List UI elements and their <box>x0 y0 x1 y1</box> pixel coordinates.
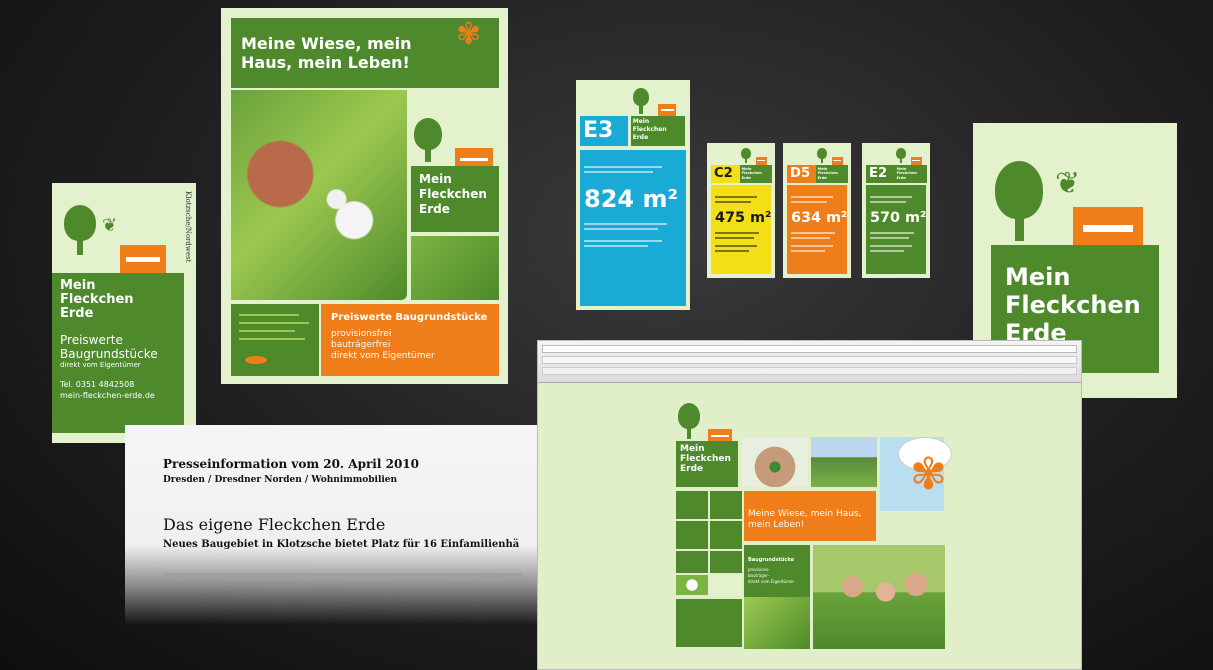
press-subtitle: Neues Baugebiet in Klotzsche bietet Plat… <box>163 539 520 550</box>
sign-d5: D5 Mein Fleckchen Erde 634 m² <box>783 143 851 278</box>
tree-icon <box>64 205 96 255</box>
flyer-side-text: Klotzsche/Nordwest <box>184 191 192 263</box>
nav-tile-2[interactable] <box>710 491 742 519</box>
poster-offer-box: Preiswerte Baugrundstücke provisionsfrei… <box>321 304 499 376</box>
sign-logo: Mein Fleckchen Erde <box>630 116 686 146</box>
sign-code-box: E3 <box>580 116 628 146</box>
poster-offer-line3: direkt vom Eigentümer <box>331 351 435 361</box>
poster-offer-line1: provisionsfrei <box>331 329 392 339</box>
tree-icon <box>633 88 649 114</box>
poster-logo-line1: Mein <box>419 172 452 186</box>
poster-offer-title: Preiswerte Baugrundstücke <box>331 312 488 323</box>
sign-code-box: C2 <box>711 164 740 183</box>
logo-card-line2: Fleckchen <box>1005 291 1141 319</box>
bookmarks-bar <box>542 356 1077 364</box>
sign-body: 475 m² <box>711 185 771 274</box>
sign-e2: E2 Mein Fleckchen Erde 570 m² <box>862 143 930 278</box>
site-logo-line3: Erde <box>680 464 704 474</box>
site-slogan-box: Meine Wiese, mein Haus, mein Leben! <box>744 491 876 541</box>
butterfly-icon: ❦ <box>1055 166 1081 201</box>
site-box-l3: direkt vom Eigentümer <box>748 579 795 584</box>
browser-window: Mein Fleckchen Erde ✾ Meine Wiese, mein … <box>537 340 1082 670</box>
flyer-offer-title2: Baugrundstücke <box>60 347 158 361</box>
sign-logo: Mein Fleckchen Erde <box>815 164 849 183</box>
tree-icon <box>817 147 827 164</box>
flyer-offer-sub: direkt vom Eigentümer <box>60 361 141 369</box>
sign-logo: Mein Fleckchen Erde <box>739 164 773 183</box>
site-footer-tile[interactable] <box>676 599 742 647</box>
site-box-title: Baugrundstücke <box>748 557 794 563</box>
site-photo-hands <box>742 437 808 487</box>
poster-contact-box <box>231 304 319 376</box>
tree-icon <box>678 403 700 439</box>
flyer-offer-title1: Preiswerte <box>60 333 123 347</box>
site-photo-park <box>811 437 877 487</box>
browser-chrome <box>538 341 1081 383</box>
house-icon <box>755 157 767 165</box>
tree-icon <box>741 147 751 164</box>
sign-body: 634 m² <box>787 185 847 274</box>
poster-logo-line3: Erde <box>419 202 450 216</box>
flyer-logo-line2: Fleckchen <box>60 292 134 307</box>
house-icon <box>910 157 922 165</box>
sign-logo: Mein Fleckchen Erde <box>894 164 928 183</box>
poster-logo-line2: Fleckchen <box>419 187 487 201</box>
sign-code-box: D5 <box>787 164 816 183</box>
poster-photo-grass <box>411 236 499 300</box>
site-logo-line2: Fleckchen <box>680 454 731 464</box>
nav-tile-4[interactable] <box>710 521 742 549</box>
sign-area: 824 m² <box>584 185 678 213</box>
butterfly-icon: ✾ <box>910 449 947 500</box>
press-line1: Presseinformation vom 20. April 2010 <box>163 457 420 471</box>
house-icon <box>658 104 677 116</box>
poster: Meine Wiese, mein Haus, mein Leben! ✾ Me… <box>221 8 508 384</box>
poster-logo: Mein Fleckchen Erde <box>411 166 499 232</box>
press-title: Das eigene Fleckchen Erde <box>163 515 386 534</box>
nav-tile-6[interactable] <box>710 551 742 573</box>
press-line2: Dresden / Dresdner Norden / Wohnimmobili… <box>163 475 398 485</box>
flyer-logo-line3: Erde <box>60 306 94 321</box>
tree-icon <box>414 118 442 162</box>
site-photo-family <box>813 545 945 649</box>
poster-offer-line2: bauträgerfrei <box>331 340 391 350</box>
tree-icon <box>995 161 1043 241</box>
sign-body: 824 m² <box>580 150 686 306</box>
nav-tile-5[interactable] <box>676 551 708 573</box>
sign-code-box: E2 <box>866 164 895 183</box>
site-logo[interactable]: Mein Fleckchen Erde <box>676 441 738 487</box>
poster-headline: Meine Wiese, mein Haus, mein Leben! <box>241 34 412 72</box>
site-photo-flower <box>676 575 708 595</box>
site-logo-line1: Mein <box>680 444 705 454</box>
sign-e3: E3 Mein Fleckchen Erde 824 m² <box>576 80 690 310</box>
press-release: Presseinformation vom 20. April 2010 Dre… <box>125 425 538 625</box>
butterfly-icon: ✾ <box>456 17 482 52</box>
poster-photo-girl <box>231 90 407 300</box>
nav-tile-3[interactable] <box>676 521 708 549</box>
flyer-panel: Mein Fleckchen Erde Preiswerte Baugrunds… <box>52 273 184 433</box>
sign-area: 634 m² <box>791 210 848 227</box>
nav-tile-1[interactable] <box>676 491 708 519</box>
logo-card-line1: Mein <box>1005 263 1071 291</box>
house-icon <box>120 245 166 275</box>
tree-icon <box>896 147 906 164</box>
sign-area: 570 m² <box>870 210 927 227</box>
flyer-logo-line1: Mein <box>60 278 96 293</box>
sign-area: 475 m² <box>715 210 772 227</box>
sign-body: 570 m² <box>866 185 926 274</box>
house-icon <box>831 157 843 165</box>
flyer-phone: Tel. 0351 4842508 <box>60 380 135 389</box>
flyer: ❦ Klotzsche/Nordwest Mein Fleckchen Erde… <box>52 183 196 443</box>
flyer-url: mein-fleckchen-erde.de <box>60 391 155 400</box>
site-photo-girl <box>744 597 810 649</box>
tabs-bar[interactable] <box>542 367 1077 375</box>
butterfly-icon: ❦ <box>102 215 118 236</box>
sign-c2: C2 Mein Fleckchen Erde 475 m² <box>707 143 775 278</box>
address-bar[interactable] <box>542 345 1077 353</box>
site-slogan: Meine Wiese, mein Haus, mein Leben! <box>748 509 862 530</box>
sponsor-logo <box>245 356 267 364</box>
site-sponsor <box>710 575 742 595</box>
